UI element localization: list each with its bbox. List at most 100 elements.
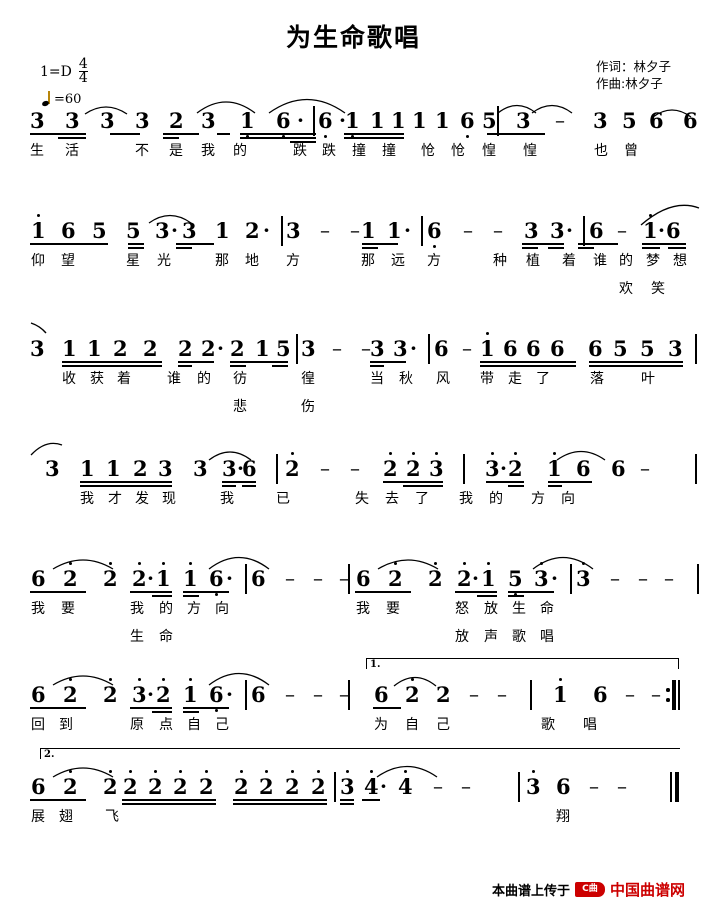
note: 2 — [63, 770, 78, 797]
note: 6 — [649, 108, 664, 133]
lyric: 也 — [594, 143, 608, 159]
lyric: 望 — [61, 253, 75, 269]
lyric-row: 我 才 发 现 我 已 失 去 了 我 的 方 向 — [0, 488, 707, 516]
lyric: 撞 — [382, 143, 396, 159]
note: 6 — [61, 218, 76, 243]
lyric: 怆 — [421, 143, 435, 159]
lyric: 怆 — [451, 143, 465, 159]
barline — [463, 454, 465, 484]
note: 2 — [178, 336, 193, 361]
lyric: 收 — [62, 371, 76, 387]
lyric: 植 — [526, 253, 540, 269]
lyric: 的 — [159, 601, 173, 617]
note: 6 — [589, 218, 604, 243]
note: 3 — [301, 336, 316, 361]
note: 1 — [106, 456, 121, 481]
note: 6 — [251, 566, 266, 591]
lyric-row: 收 获 着 谁 的 彷 徨 当 秋 风 带 走 了 落 叶 — [0, 368, 707, 396]
lyric: 回 — [31, 717, 45, 733]
note: 1 — [553, 678, 568, 705]
lyric-row: 回 到 原 点 自 己 为 自 己 歌 唱 — [0, 714, 707, 742]
lyric-alt: 唱 — [540, 629, 554, 645]
note: 5 — [126, 218, 141, 243]
note: 3 — [524, 218, 539, 243]
lyric: 光 — [157, 253, 171, 269]
note: 5 — [622, 108, 637, 133]
note: 2 — [148, 770, 163, 797]
note: 1 — [255, 336, 270, 361]
lyric: 叶 — [641, 371, 655, 387]
lyric: 的 — [489, 491, 503, 507]
first-ending-bracket: 1. — [366, 658, 679, 670]
site-logo-icon: C曲 — [574, 882, 605, 897]
note: 2 — [63, 562, 78, 589]
barline — [530, 680, 532, 710]
lyric: 落 — [590, 371, 604, 387]
second-ending-label: 2. — [44, 749, 55, 760]
lyric-row-2: 生 命 放 声 歌 唱 — [0, 626, 707, 652]
note: 6 — [556, 774, 571, 799]
lyric: 才 — [108, 491, 122, 507]
system-2: 1 6 5 5 3 · 3 1 2 · 3 – – 1 1 · 6 – – 3 … — [0, 204, 707, 304]
lyricist-credit: 作词：林夕子 — [595, 59, 671, 74]
system-3: 3 1 1 2 2 2 2 · 2 1 5 3 – – 3 3 · 6 – 1 … — [0, 322, 707, 422]
note: 2 — [234, 770, 249, 797]
system-4: 3 1 1 2 3 3 3 · 6 2 – – 2 2 3 3 · 2 1 6 … — [0, 442, 707, 516]
note: 3 — [45, 456, 60, 481]
lyric: 的 — [619, 253, 633, 269]
note: 3 — [182, 218, 197, 243]
lyric: 己 — [436, 717, 450, 733]
note: 1 — [391, 108, 406, 133]
lyric: 我 — [80, 491, 94, 507]
note: 6 — [374, 682, 389, 707]
lyric: 现 — [162, 491, 176, 507]
lyric: 要 — [386, 601, 400, 617]
lyric: 谁 — [593, 253, 607, 269]
lyric-alt: 命 — [159, 629, 173, 645]
lyric-alt: 笑 — [651, 281, 665, 297]
lyric: 我 — [356, 601, 370, 617]
note: 1 — [435, 108, 450, 133]
note: 4 — [364, 770, 379, 797]
note: 3 — [30, 336, 45, 361]
note: 6 — [251, 682, 266, 707]
slur-start — [30, 440, 64, 456]
lyric: 那 — [215, 253, 229, 269]
note: 6 — [31, 682, 46, 707]
lyric: 我 — [130, 601, 144, 617]
lyric: 的 — [197, 371, 211, 387]
barline — [348, 680, 350, 710]
lyric: 着 — [562, 253, 576, 269]
note: 3 — [485, 452, 500, 479]
lyric: 那 — [361, 253, 375, 269]
note: 2 — [405, 678, 420, 705]
key-signature: 1=D — [40, 64, 72, 80]
note: 2 — [383, 452, 398, 479]
note: 1 — [412, 108, 427, 133]
lyric-row-2: 欢 笑 — [0, 278, 707, 304]
note: 2 — [259, 770, 274, 797]
lyric: 己 — [215, 717, 229, 733]
lyric: 飞 — [105, 809, 119, 825]
note: 5 — [92, 218, 107, 243]
lyric: 向 — [561, 491, 575, 507]
note: 6 — [31, 774, 46, 799]
barline — [497, 106, 499, 136]
lyric: 跌 — [322, 143, 336, 159]
first-ending-label: 1. — [370, 659, 381, 670]
note: 6 — [526, 336, 541, 361]
lyric: 惶 — [482, 143, 496, 159]
note: 1 — [387, 218, 402, 243]
note: 2 — [245, 218, 260, 243]
note: 3 — [201, 108, 216, 133]
lyric: 失 — [355, 491, 369, 507]
lyric: 生 — [512, 601, 526, 617]
lyric: 秋 — [399, 371, 413, 387]
barline — [695, 334, 697, 364]
note: 1 — [370, 108, 385, 133]
grace-stroke-icon — [30, 322, 50, 336]
lyric: 生 — [30, 143, 44, 159]
lyric: 远 — [391, 253, 405, 269]
note: 6 — [209, 684, 224, 712]
note-row: 6 2 2 2 2 2 2 2 2 2 2 3 4 · 4 – – 3 6 – … — [0, 762, 707, 806]
